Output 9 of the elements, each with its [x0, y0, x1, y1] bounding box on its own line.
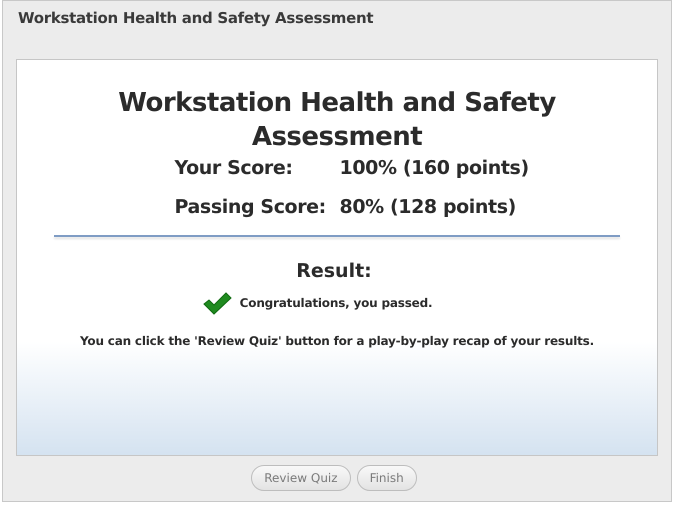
result-label: Result: — [296, 259, 372, 284]
score-label: Passing Score: — [174, 194, 327, 220]
score-label: Your Score: — [174, 156, 294, 181]
score-value: 100% (160 points) — [340, 156, 530, 181]
quiz-heading: Workstation Health and Safety Assessment — [117, 87, 557, 154]
score-value: 80% (128 points) — [340, 194, 517, 220]
info-text: You can click the 'Review Quiz' button for a play-by-play recap of your results. — [80, 332, 594, 350]
window-title: Workstation Health and Safety Assessment — [17, 8, 374, 29]
result-message: Congratulations, you passed. — [240, 294, 432, 312]
